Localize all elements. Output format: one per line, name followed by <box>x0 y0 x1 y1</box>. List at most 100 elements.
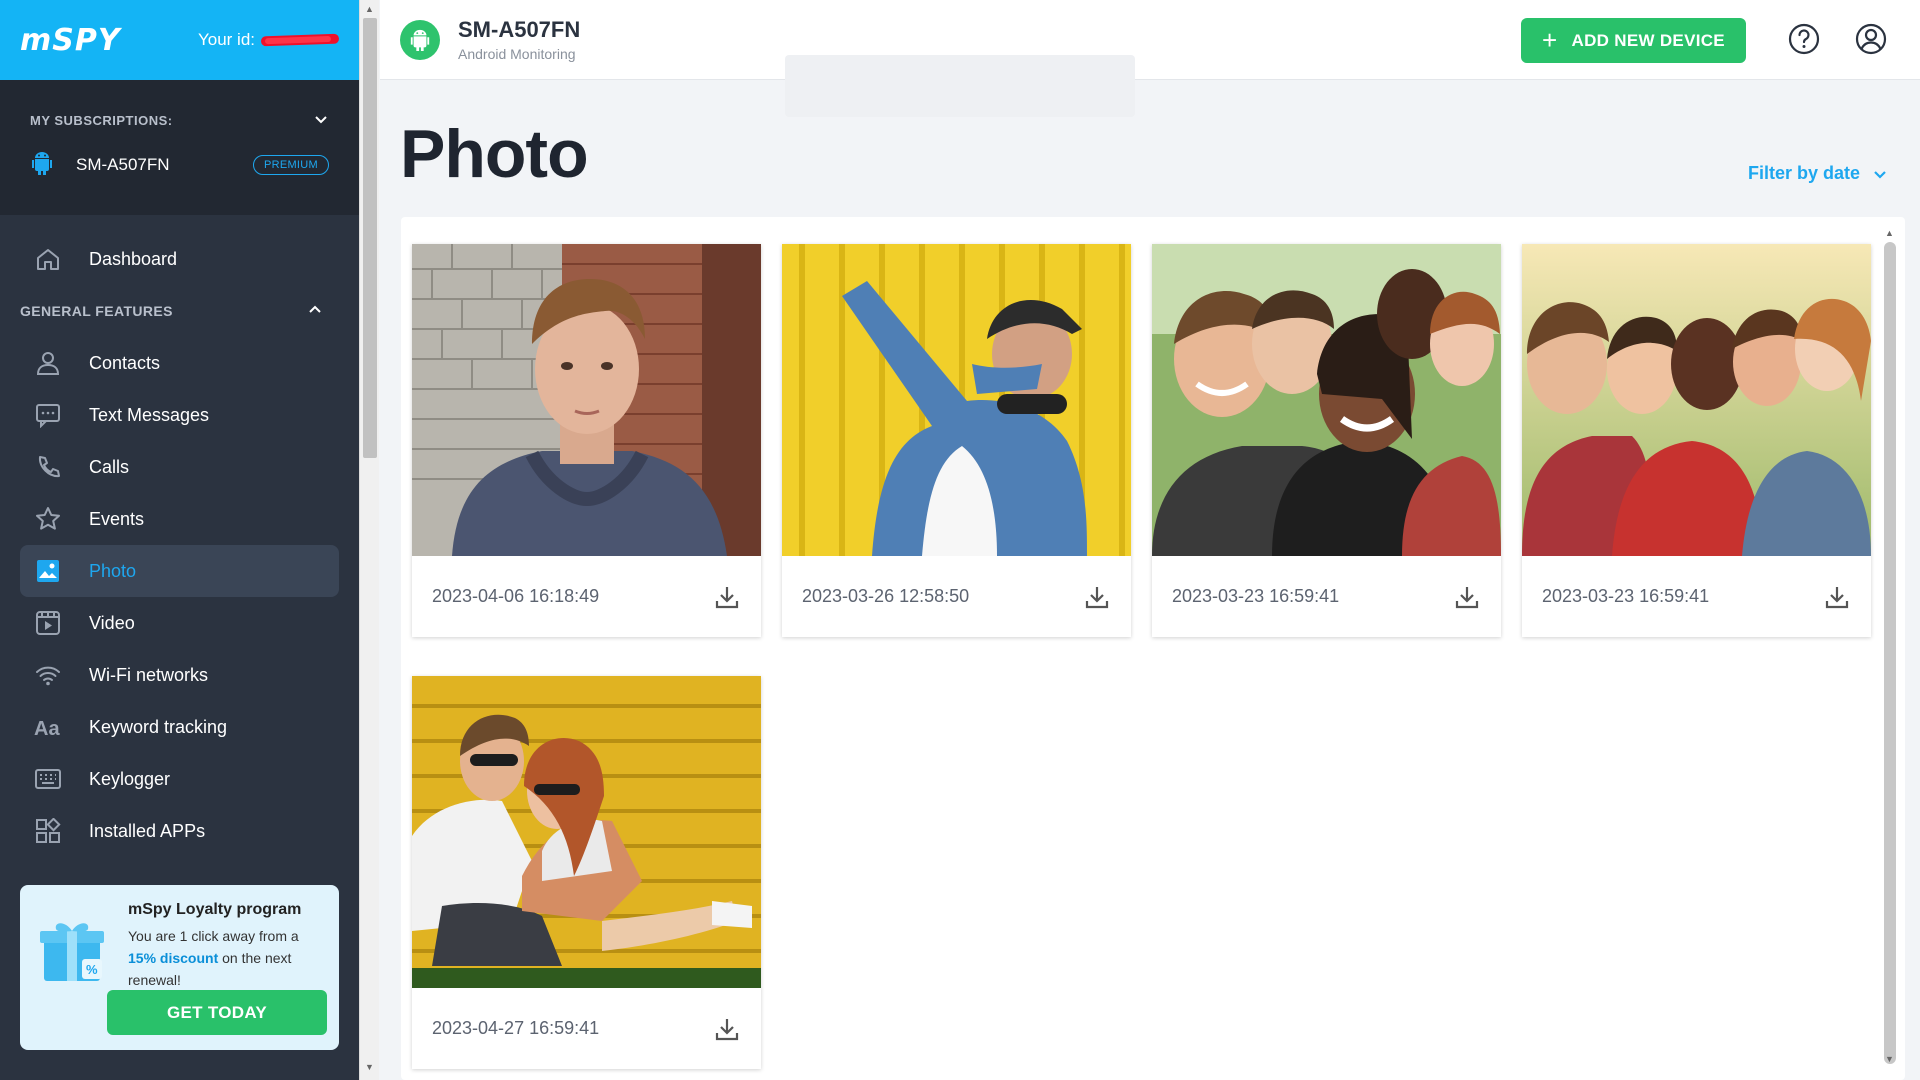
image-icon <box>33 556 63 586</box>
chevron-up-icon <box>307 302 323 321</box>
sidebar-item-events[interactable]: Events <box>20 493 339 545</box>
loyalty-banner: % mSpy Loyalty program You are 1 click a… <box>20 885 339 1050</box>
sidebar-item-label: Video <box>89 612 135 633</box>
get-today-button[interactable]: GET TODAY <box>107 990 327 1035</box>
photo-gallery: 2023-04-06 16:18:49 2023-03-26 12:58:50 <box>401 217 1905 1080</box>
text-aa-icon: Aa <box>33 712 63 742</box>
sidebar-item-label: Events <box>89 508 145 529</box>
person-icon <box>33 348 63 378</box>
header-placeholder-shape <box>785 55 1135 117</box>
star-icon <box>33 504 63 534</box>
sidebar-item-installed-apps[interactable]: Installed APPs <box>20 805 339 857</box>
plus-icon: + <box>1542 25 1558 55</box>
download-icon[interactable] <box>1083 583 1111 611</box>
sidebar-item-label: Installed APPs <box>89 820 206 841</box>
photo-timestamp: 2023-03-23 16:59:41 <box>1172 586 1340 606</box>
message-icon <box>33 400 63 430</box>
premium-badge: PREMIUM <box>252 155 329 175</box>
photo-timestamp: 2023-03-23 16:59:41 <box>1542 586 1710 606</box>
sidebar-item-label: Photo <box>89 560 137 581</box>
download-icon[interactable] <box>1453 583 1481 611</box>
sidebar-item-video[interactable]: Video <box>20 597 339 649</box>
device-heading: SM-A507FN Android Monitoring <box>458 17 580 62</box>
sidebar-item-label: Text Messages <box>89 404 210 425</box>
sidebar-scroll-thumb[interactable] <box>363 18 377 458</box>
gift-icon: % <box>40 923 104 981</box>
scroll-up-arrow-icon[interactable]: ▲ <box>365 4 374 14</box>
home-icon <box>33 244 63 274</box>
photo-card[interactable]: 2023-04-27 16:59:41 <box>412 676 761 1069</box>
sidebar-item-text-messages[interactable]: Text Messages <box>20 389 339 441</box>
download-icon[interactable] <box>713 1015 741 1043</box>
sidebar-item-label: Contacts <box>89 352 161 373</box>
keyboard-icon <box>33 764 63 794</box>
scroll-down-arrow-icon[interactable]: ▼ <box>1885 1054 1894 1064</box>
loyalty-discount: 15% discount <box>128 950 219 966</box>
filter-by-date-dropdown[interactable]: Filter by date <box>1748 163 1888 184</box>
subscription-device[interactable]: SM-A507FN PREMIUM <box>0 140 359 190</box>
sidebar-item-wifi-networks[interactable]: Wi-Fi networks <box>20 649 339 701</box>
photo-thumbnail[interactable] <box>1522 244 1871 556</box>
photo-thumbnail[interactable] <box>782 244 1131 556</box>
chevron-down-icon <box>1874 170 1886 179</box>
sidebar-item-dashboard[interactable]: Dashboard <box>20 233 339 285</box>
photo-card[interactable]: 2023-03-23 16:59:41 <box>1152 244 1501 637</box>
svg-text:Aa: Aa <box>34 718 60 740</box>
photo-card[interactable]: 2023-03-26 12:58:50 <box>782 244 1131 637</box>
gallery-scrollbar[interactable]: ▲ ▼ <box>1881 228 1899 1080</box>
device-name: SM-A507FN <box>458 17 581 42</box>
user-id: Your id: <box>197 30 340 50</box>
account-icon[interactable] <box>1854 22 1888 56</box>
gallery-scroll-thumb[interactable] <box>1884 242 1896 1064</box>
download-icon[interactable] <box>1823 583 1851 611</box>
subscriptions-panel: MY SUBSCRIPTIONS: SM-A507FN PREMIUM <box>0 80 359 215</box>
device-subtitle: Android Monitoring <box>458 46 576 62</box>
user-id-label: Your id: <box>197 30 255 49</box>
apps-grid-icon <box>33 816 63 846</box>
photo-thumbnail[interactable] <box>412 676 761 988</box>
photo-card[interactable]: 2023-03-23 16:59:41 <box>1522 244 1871 637</box>
photo-meta: 2023-03-26 12:58:50 <box>782 556 1131 637</box>
sidebar-item-photo[interactable]: Photo <box>20 545 339 597</box>
sidebar-item-keylogger[interactable]: Keylogger <box>20 753 339 805</box>
photo-meta: 2023-03-23 16:59:41 <box>1522 556 1871 637</box>
svg-text:%: % <box>86 962 98 977</box>
loyalty-text: You are 1 click away from a 15% discount… <box>128 925 323 991</box>
sidebar-nav: Dashboard GENERAL FEATURES Contacts Text… <box>0 215 359 857</box>
phone-icon <box>33 452 63 482</box>
filter-label: Filter by date <box>1748 163 1861 183</box>
sidebar-item-label: Keylogger <box>89 768 171 789</box>
photo-timestamp: 2023-03-26 12:58:50 <box>802 586 970 606</box>
subscription-device-name: SM-A507FN <box>76 155 170 174</box>
sidebar-item-label: Keyword tracking <box>89 716 228 737</box>
photo-timestamp: 2023-04-27 16:59:41 <box>432 1018 600 1038</box>
chevron-down-icon <box>313 111 329 130</box>
help-icon[interactable] <box>1787 22 1821 56</box>
download-icon[interactable] <box>713 583 741 611</box>
sidebar-item-label: Wi-Fi networks <box>89 664 209 685</box>
video-icon <box>33 608 63 638</box>
subscriptions-label: MY SUBSCRIPTIONS: <box>30 112 173 128</box>
sidebar-item-calls[interactable]: Calls <box>20 441 339 493</box>
sidebar-item-keyword-tracking[interactable]: Aa Keyword tracking <box>20 701 339 753</box>
add-new-device-button[interactable]: + ADD NEW DEVICE <box>1521 18 1746 63</box>
sidebar-item-label: Dashboard <box>89 248 178 269</box>
section-label: GENERAL FEATURES <box>20 303 173 319</box>
scroll-up-arrow-icon[interactable]: ▲ <box>1885 228 1894 238</box>
mspy-logo[interactable]: mSPY <box>20 23 121 58</box>
android-icon <box>400 19 440 60</box>
sidebar-scrollbar[interactable]: ▲ ▼ <box>359 0 379 1080</box>
photo-timestamp: 2023-04-06 16:18:49 <box>432 586 600 606</box>
photo-thumbnail[interactable] <box>412 244 761 556</box>
photo-thumbnail[interactable] <box>1152 244 1501 556</box>
sidebar: mSPY Your id: MY SUBSCRIPTIONS: SM-A507F… <box>0 0 359 1080</box>
loyalty-text-before: You are 1 click away from a <box>128 928 299 944</box>
add-new-device-label: ADD NEW DEVICE <box>1571 30 1725 50</box>
scroll-down-arrow-icon[interactable]: ▼ <box>365 1062 374 1072</box>
top-header: SM-A507FN Android Monitoring + ADD NEW D… <box>380 0 1920 80</box>
redacted-id <box>260 33 340 47</box>
general-features-toggle[interactable]: GENERAL FEATURES <box>0 285 359 337</box>
sidebar-item-contacts[interactable]: Contacts <box>20 337 339 389</box>
photo-meta: 2023-04-27 16:59:41 <box>412 988 761 1069</box>
photo-card[interactable]: 2023-04-06 16:18:49 <box>412 244 761 637</box>
